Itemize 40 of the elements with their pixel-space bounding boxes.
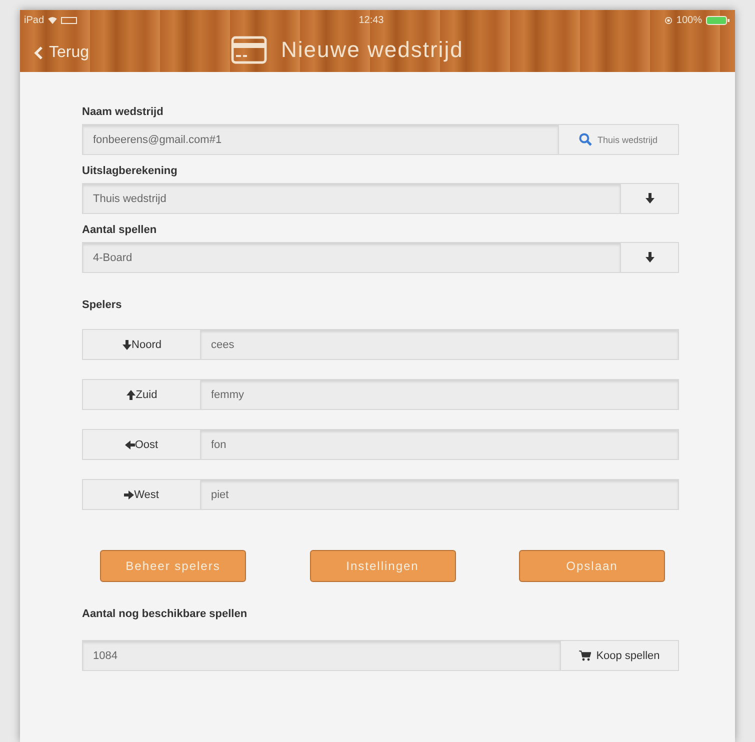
arrow-down-icon bbox=[644, 193, 654, 204]
back-button[interactable]: Terug bbox=[34, 44, 90, 62]
clock: 12:43 bbox=[358, 14, 384, 26]
field-label: Naam wedstrijd bbox=[82, 106, 164, 118]
buy-button[interactable]: Koop spellen bbox=[561, 640, 679, 671]
search-button[interactable]: Thuis wedstrijd bbox=[559, 124, 679, 155]
cart-icon bbox=[579, 650, 592, 661]
arrow-icon bbox=[122, 340, 132, 350]
position-label: Noord bbox=[82, 329, 200, 360]
location-icon bbox=[665, 16, 672, 24]
player-field[interactable]: fon bbox=[200, 429, 679, 460]
dropdown-button[interactable] bbox=[621, 242, 679, 273]
select-field[interactable]: Thuis wedstrijd bbox=[82, 183, 621, 214]
field-label: Aantal nog beschikbare spellen bbox=[82, 608, 248, 620]
battery-percentage: 100% bbox=[676, 14, 702, 26]
carrier-icon bbox=[61, 16, 78, 24]
name-field[interactable]: fonbeerens@gmail.com#1 bbox=[82, 124, 559, 155]
battery-icon bbox=[706, 16, 730, 24]
select-field[interactable]: 4-Board bbox=[82, 242, 621, 273]
section-label: Spelers bbox=[82, 299, 123, 311]
field-label: Aantal spellen bbox=[82, 224, 158, 236]
arrow-icon bbox=[126, 390, 136, 400]
field-label: Uitslagberekening bbox=[82, 165, 178, 177]
arrow-icon bbox=[124, 490, 134, 500]
wifi-icon bbox=[48, 16, 58, 24]
position-label: West bbox=[82, 479, 200, 510]
chevron-left-icon bbox=[34, 46, 43, 60]
device-name: iPad bbox=[24, 14, 44, 26]
arrow-down-icon bbox=[644, 252, 654, 263]
player-field[interactable]: femmy bbox=[200, 379, 679, 410]
dropdown-button[interactable] bbox=[621, 183, 679, 214]
player-field[interactable]: cees bbox=[200, 329, 679, 360]
position-label: Zuid bbox=[82, 379, 200, 410]
search-icon bbox=[579, 133, 592, 146]
card-icon bbox=[231, 36, 268, 64]
player-field[interactable]: piet bbox=[200, 479, 679, 510]
arrow-icon bbox=[124, 440, 135, 450]
position-label: Oost bbox=[82, 429, 200, 460]
count-field: 1084 bbox=[82, 640, 561, 671]
screen-title: Nieuwe wedstrijd bbox=[281, 36, 464, 62]
